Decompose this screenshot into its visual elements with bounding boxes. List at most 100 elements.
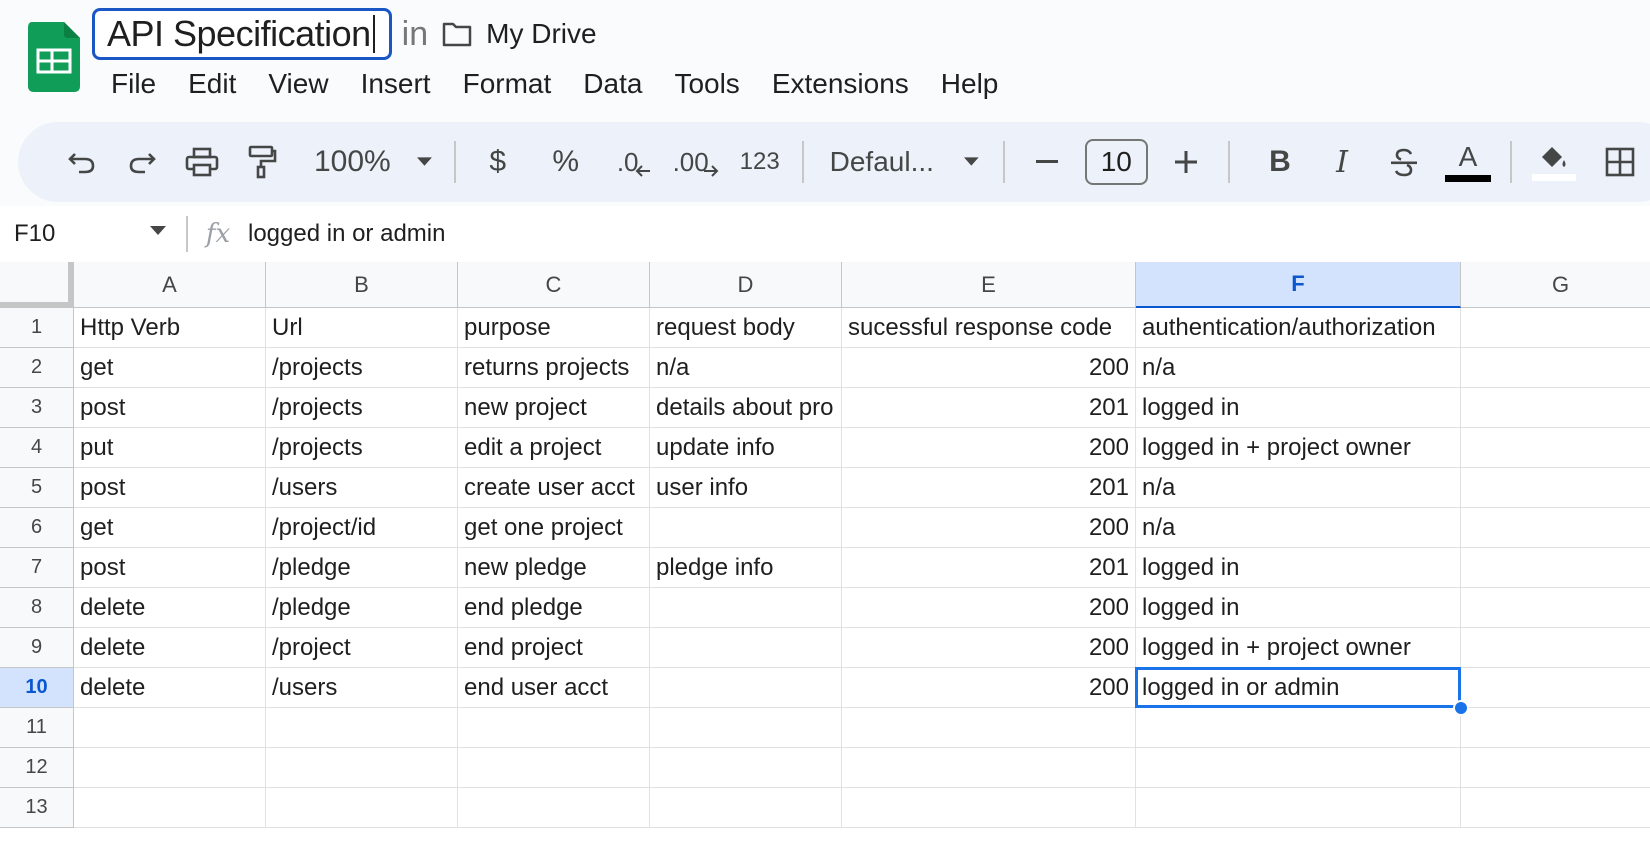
row-header-13[interactable]: 13 xyxy=(0,788,74,828)
cell-b6[interactable]: /project/id xyxy=(266,508,458,548)
cell-g12[interactable] xyxy=(1461,748,1650,788)
cell-b1[interactable]: Url xyxy=(266,308,458,348)
cell-a4[interactable]: put xyxy=(74,428,266,468)
formula-input[interactable]: logged in or admin xyxy=(248,220,445,248)
cell-c8[interactable]: end pledge xyxy=(458,588,650,628)
cell-c2[interactable]: returns projects xyxy=(458,348,650,388)
cell-b4[interactable]: /projects xyxy=(266,428,458,468)
cell-d9[interactable] xyxy=(650,628,842,668)
undo-button[interactable] xyxy=(56,134,108,190)
cell-g6[interactable] xyxy=(1461,508,1650,548)
cell-b9[interactable]: /project xyxy=(266,628,458,668)
cell-c12[interactable] xyxy=(458,748,650,788)
cell-c9[interactable]: end project xyxy=(458,628,650,668)
bold-button[interactable]: B xyxy=(1254,134,1306,190)
column-header-g[interactable]: G xyxy=(1461,262,1650,308)
cell-c4[interactable]: edit a project xyxy=(458,428,650,468)
row-header-3[interactable]: 3 xyxy=(0,388,74,428)
sheets-logo-icon[interactable] xyxy=(28,22,80,92)
cell-d10[interactable] xyxy=(650,668,842,708)
cell-a11[interactable] xyxy=(74,708,266,748)
currency-format-button[interactable]: $ xyxy=(472,134,524,190)
cell-b11[interactable] xyxy=(266,708,458,748)
cell-c7[interactable]: new pledge xyxy=(458,548,650,588)
cell-e9[interactable]: 200 xyxy=(842,628,1136,668)
paint-format-button[interactable] xyxy=(236,134,288,190)
cell-e11[interactable] xyxy=(842,708,1136,748)
row-header-9[interactable]: 9 xyxy=(0,628,74,668)
cell-g2[interactable] xyxy=(1461,348,1650,388)
menu-extensions[interactable]: Extensions xyxy=(756,62,925,106)
fill-handle[interactable] xyxy=(1453,700,1469,716)
cell-b13[interactable] xyxy=(266,788,458,828)
cell-f2[interactable]: n/a xyxy=(1136,348,1461,388)
select-all-corner[interactable] xyxy=(0,262,74,308)
row-header-2[interactable]: 2 xyxy=(0,348,74,388)
row-header-6[interactable]: 6 xyxy=(0,508,74,548)
cell-d5[interactable]: user info xyxy=(650,468,842,508)
cell-f1[interactable]: authentication/authorization xyxy=(1136,308,1461,348)
cell-e6[interactable]: 200 xyxy=(842,508,1136,548)
cell-d11[interactable] xyxy=(650,708,842,748)
cell-f10[interactable]: logged in or admin xyxy=(1136,668,1461,708)
menu-file[interactable]: File xyxy=(95,62,172,106)
cell-b10[interactable]: /users xyxy=(266,668,458,708)
menu-insert[interactable]: Insert xyxy=(345,62,447,106)
decrease-decimal-button[interactable]: .0 xyxy=(608,134,660,190)
drive-location-link[interactable]: My Drive xyxy=(486,18,596,50)
cell-f7[interactable]: logged in xyxy=(1136,548,1461,588)
decrease-font-size-button[interactable] xyxy=(1021,134,1073,190)
column-header-e[interactable]: E xyxy=(842,262,1136,308)
column-header-b[interactable]: B xyxy=(266,262,458,308)
menu-tools[interactable]: Tools xyxy=(658,62,755,106)
cell-d2[interactable]: n/a xyxy=(650,348,842,388)
cell-e2[interactable]: 200 xyxy=(842,348,1136,388)
more-formats-button[interactable]: 123 xyxy=(734,134,786,190)
percent-format-button[interactable]: % xyxy=(540,134,592,190)
name-box[interactable]: F10 xyxy=(0,206,186,262)
column-header-f[interactable]: F xyxy=(1136,262,1461,308)
cell-b2[interactable]: /projects xyxy=(266,348,458,388)
cell-f8[interactable]: logged in xyxy=(1136,588,1461,628)
cell-f13[interactable] xyxy=(1136,788,1461,828)
italic-button[interactable]: I xyxy=(1316,134,1368,190)
cell-e8[interactable]: 200 xyxy=(842,588,1136,628)
fill-color-button[interactable] xyxy=(1528,134,1580,190)
cell-f9[interactable]: logged in + project owner xyxy=(1136,628,1461,668)
cell-c10[interactable]: end user acct xyxy=(458,668,650,708)
cell-g13[interactable] xyxy=(1461,788,1650,828)
cell-f4[interactable]: logged in + project owner xyxy=(1136,428,1461,468)
row-header-10[interactable]: 10 xyxy=(0,668,74,708)
row-header-5[interactable]: 5 xyxy=(0,468,74,508)
cell-d1[interactable]: request body xyxy=(650,308,842,348)
cell-c1[interactable]: purpose xyxy=(458,308,650,348)
cell-e5[interactable]: 201 xyxy=(842,468,1136,508)
cell-c3[interactable]: new project xyxy=(458,388,650,428)
row-header-7[interactable]: 7 xyxy=(0,548,74,588)
column-header-c[interactable]: C xyxy=(458,262,650,308)
row-header-11[interactable]: 11 xyxy=(0,708,74,748)
cell-c6[interactable]: get one project xyxy=(458,508,650,548)
cell-c11[interactable] xyxy=(458,708,650,748)
cell-b5[interactable]: /users xyxy=(266,468,458,508)
row-header-12[interactable]: 12 xyxy=(0,748,74,788)
redo-button[interactable] xyxy=(116,134,168,190)
borders-button[interactable] xyxy=(1594,134,1646,190)
cell-a7[interactable]: post xyxy=(74,548,266,588)
cell-g5[interactable] xyxy=(1461,468,1650,508)
cell-e7[interactable]: 201 xyxy=(842,548,1136,588)
row-header-4[interactable]: 4 xyxy=(0,428,74,468)
cell-g8[interactable] xyxy=(1461,588,1650,628)
cell-a1[interactable]: Http Verb xyxy=(74,308,266,348)
cell-d13[interactable] xyxy=(650,788,842,828)
cell-g3[interactable] xyxy=(1461,388,1650,428)
cell-b3[interactable]: /projects xyxy=(266,388,458,428)
cell-a3[interactable]: post xyxy=(74,388,266,428)
increase-decimal-button[interactable]: .00 xyxy=(670,134,722,190)
cell-b8[interactable]: /pledge xyxy=(266,588,458,628)
cell-d3[interactable]: details about pro xyxy=(650,388,842,428)
print-button[interactable] xyxy=(176,134,228,190)
column-header-a[interactable]: A xyxy=(74,262,266,308)
cell-b7[interactable]: /pledge xyxy=(266,548,458,588)
font-size-input[interactable]: 10 xyxy=(1084,139,1149,185)
